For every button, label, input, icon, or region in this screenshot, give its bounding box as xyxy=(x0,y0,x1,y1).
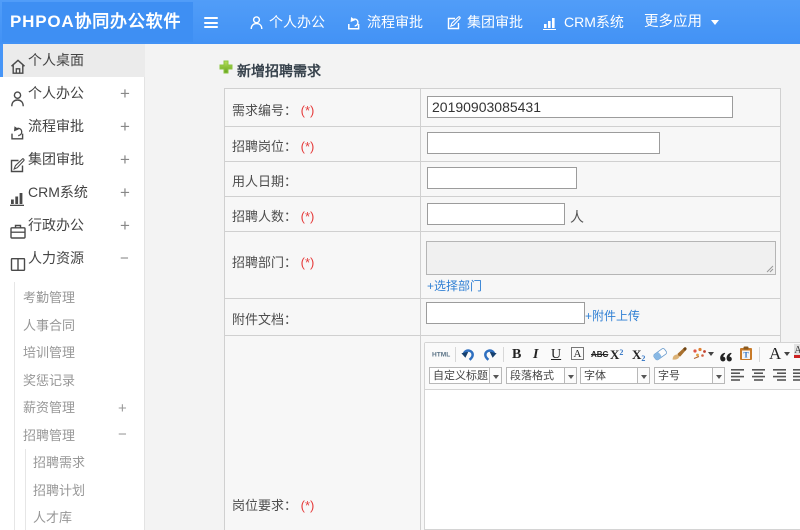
svg-text:T: T xyxy=(743,351,749,360)
svg-text:A: A xyxy=(794,345,800,356)
